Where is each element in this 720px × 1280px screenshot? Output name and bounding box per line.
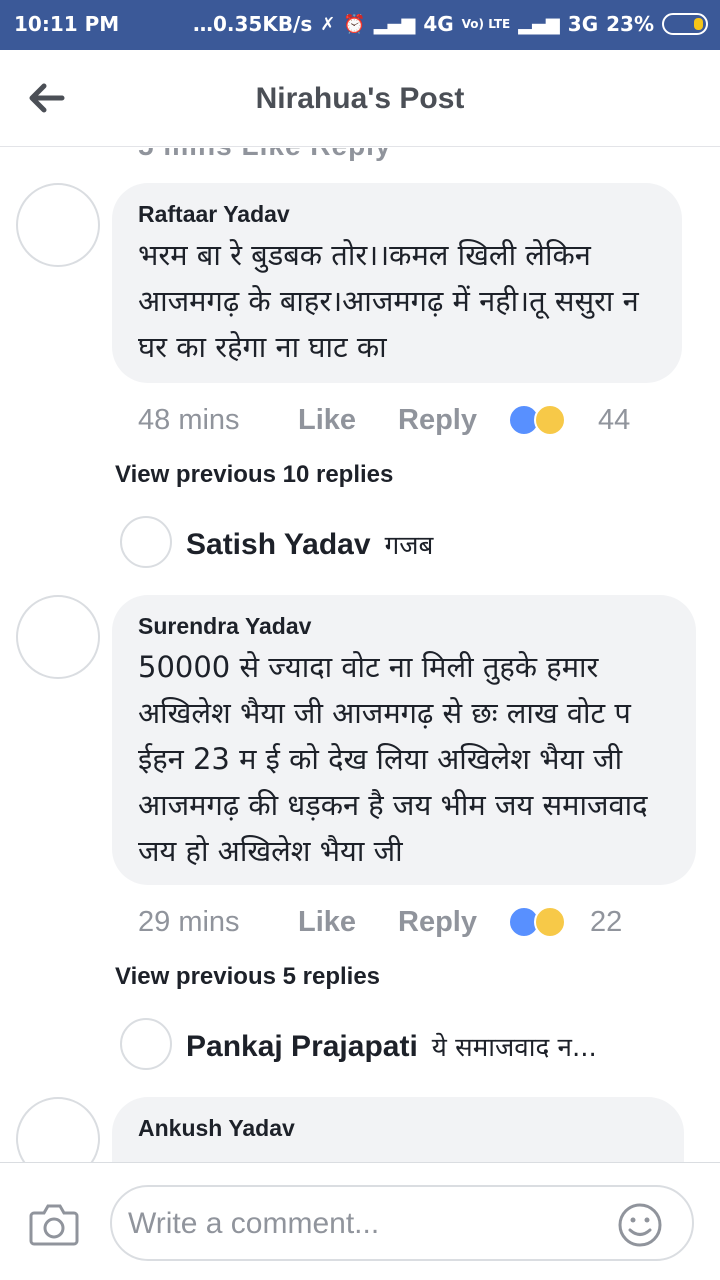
comment-text: 50000 से ज्यादा वोट ना मिली तुहके हमार अ… (138, 650, 648, 868)
status-icons: …0.35KB/s ✗ ⏰ ▂▄▆ 4G Vo) LTE ▂▄▆ 3G 23% (193, 12, 708, 36)
mute-icon: ✗ (320, 13, 336, 35)
view-previous-replies[interactable]: View previous 5 replies (115, 963, 380, 991)
status-time: 10:11 PM (14, 12, 120, 36)
reply-button[interactable]: Reply (398, 906, 508, 939)
avatar[interactable] (120, 516, 172, 568)
signal-icon: ▂▄▆ (373, 13, 416, 35)
camera-icon[interactable] (28, 1201, 80, 1247)
reply-button[interactable]: Reply (398, 404, 508, 437)
avatar[interactable] (16, 183, 100, 267)
smiley-icon[interactable] (616, 1201, 664, 1249)
reply-text: ये समाजवाद न... (431, 1033, 597, 1063)
alarm-icon: ⏰ (343, 13, 366, 35)
reactions[interactable] (508, 403, 568, 437)
comment-placeholder: Write a comment... (128, 1207, 380, 1240)
volte-badge: Vo) LTE (461, 17, 511, 31)
reactions[interactable] (508, 905, 568, 939)
comment-composer: Write a comment... (0, 1162, 720, 1280)
reaction-count: 44 (598, 403, 631, 436)
comment-actions: 48 mins Like Reply 44 (138, 400, 630, 440)
app-header: Nirahua's Post (0, 50, 720, 147)
comments-feed[interactable]: 5 mins Like Reply Raftaar Yadav भरम बा र… (0, 148, 720, 1162)
avatar[interactable] (120, 1018, 172, 1070)
like-button[interactable]: Like (298, 404, 398, 437)
reply-preview[interactable]: Pankaj Prajapati ये समाजवाद न... (186, 1028, 597, 1064)
page-title: Nirahua's Post (255, 82, 465, 115)
reply-text: गजब (384, 531, 434, 561)
comment-author[interactable]: Surendra Yadav (138, 613, 670, 640)
comment-author[interactable]: Ankush Yadav (138, 1115, 658, 1142)
comment-input[interactable]: Write a comment... (110, 1185, 694, 1261)
network-type-2: 3G (567, 12, 599, 36)
comment-bubble[interactable]: Raftaar Yadav भरम बा रे बुडबक तोर।।कमल ख… (112, 183, 682, 383)
comment-author[interactable]: Raftaar Yadav (138, 201, 656, 228)
comment-time: 29 mins (138, 905, 240, 938)
battery-icon (662, 13, 708, 35)
haha-reaction-icon (534, 404, 566, 436)
like-button[interactable]: Like (298, 906, 398, 939)
reply-author[interactable]: Pankaj Prajapati (186, 1030, 418, 1064)
comment-bubble[interactable]: Surendra Yadav 50000 से ज्यादा वोट ना मि… (112, 595, 696, 885)
status-bar: 10:11 PM …0.35KB/s ✗ ⏰ ▂▄▆ 4G Vo) LTE ▂▄… (0, 0, 720, 50)
comment-actions: 29 mins Like Reply 22 (138, 902, 622, 942)
signal-icon-2: ▂▄▆ (518, 13, 560, 35)
scrolled-comment-actions: 5 mins Like Reply (138, 148, 392, 162)
network-type-1: 4G (423, 12, 454, 36)
reply-author[interactable]: Satish Yadav (186, 528, 371, 562)
haha-reaction-icon (534, 906, 566, 938)
reply-preview[interactable]: Satish Yadav गजब (186, 526, 433, 562)
network-speed: …0.35KB/s (192, 12, 313, 36)
comment-time: 48 mins (138, 403, 240, 436)
view-previous-replies[interactable]: View previous 10 replies (115, 461, 393, 489)
avatar[interactable] (16, 595, 100, 679)
avatar[interactable] (16, 1097, 100, 1162)
comment-bubble[interactable]: Ankush Yadav (112, 1097, 684, 1162)
reaction-count: 22 (590, 905, 623, 938)
comment-text: भरम बा रे बुडबक तोर।।कमल खिली लेकिन आजमग… (138, 238, 639, 364)
battery-percent: 23% (606, 12, 654, 36)
